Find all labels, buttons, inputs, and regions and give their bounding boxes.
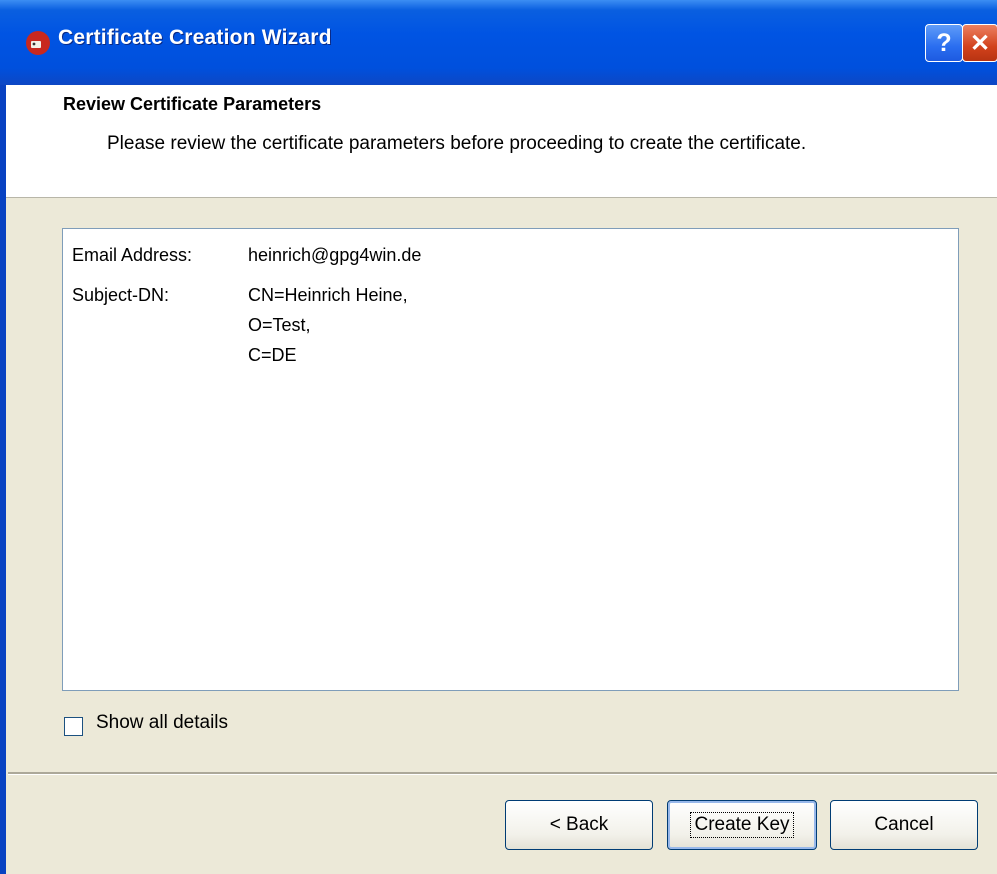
show-all-details-label[interactable]: Show all details	[96, 712, 228, 734]
page-title: Review Certificate Parameters	[63, 94, 322, 114]
help-icon: ?	[936, 28, 952, 57]
subject-dn-line: C=DE	[248, 345, 297, 365]
page-description: Please review the certificate parameters…	[107, 133, 807, 154]
button-separator	[8, 772, 997, 775]
title-bar[interactable]: Certificate Creation Wizard ? ✕	[0, 0, 997, 86]
help-button[interactable]: ?	[925, 24, 963, 62]
subject-dn-line: CN=Heinrich Heine,	[248, 285, 408, 305]
email-address-label: Email Address:	[72, 245, 193, 265]
close-icon: ✕	[969, 29, 991, 57]
email-address-value: heinrich@gpg4win.de	[248, 245, 422, 265]
subject-dn-label: Subject-DN:	[72, 285, 170, 305]
subject-dn-line: O=Test,	[248, 315, 311, 335]
parameters-review-box[interactable]	[62, 228, 959, 691]
wizard-window: Certificate Creation Wizard ? ✕ Review C…	[0, 0, 997, 874]
window-title: Certificate Creation Wizard	[58, 26, 332, 49]
show-all-details-checkbox[interactable]	[64, 717, 83, 736]
cancel-button[interactable]: Cancel	[830, 800, 978, 850]
create-key-label: Create Key	[690, 812, 794, 838]
window-left-border	[0, 85, 6, 874]
wizard-app-icon	[26, 31, 50, 55]
create-key-button[interactable]: Create Key	[667, 800, 817, 850]
back-button[interactable]: < Back	[505, 800, 653, 850]
close-button[interactable]: ✕	[962, 24, 997, 62]
